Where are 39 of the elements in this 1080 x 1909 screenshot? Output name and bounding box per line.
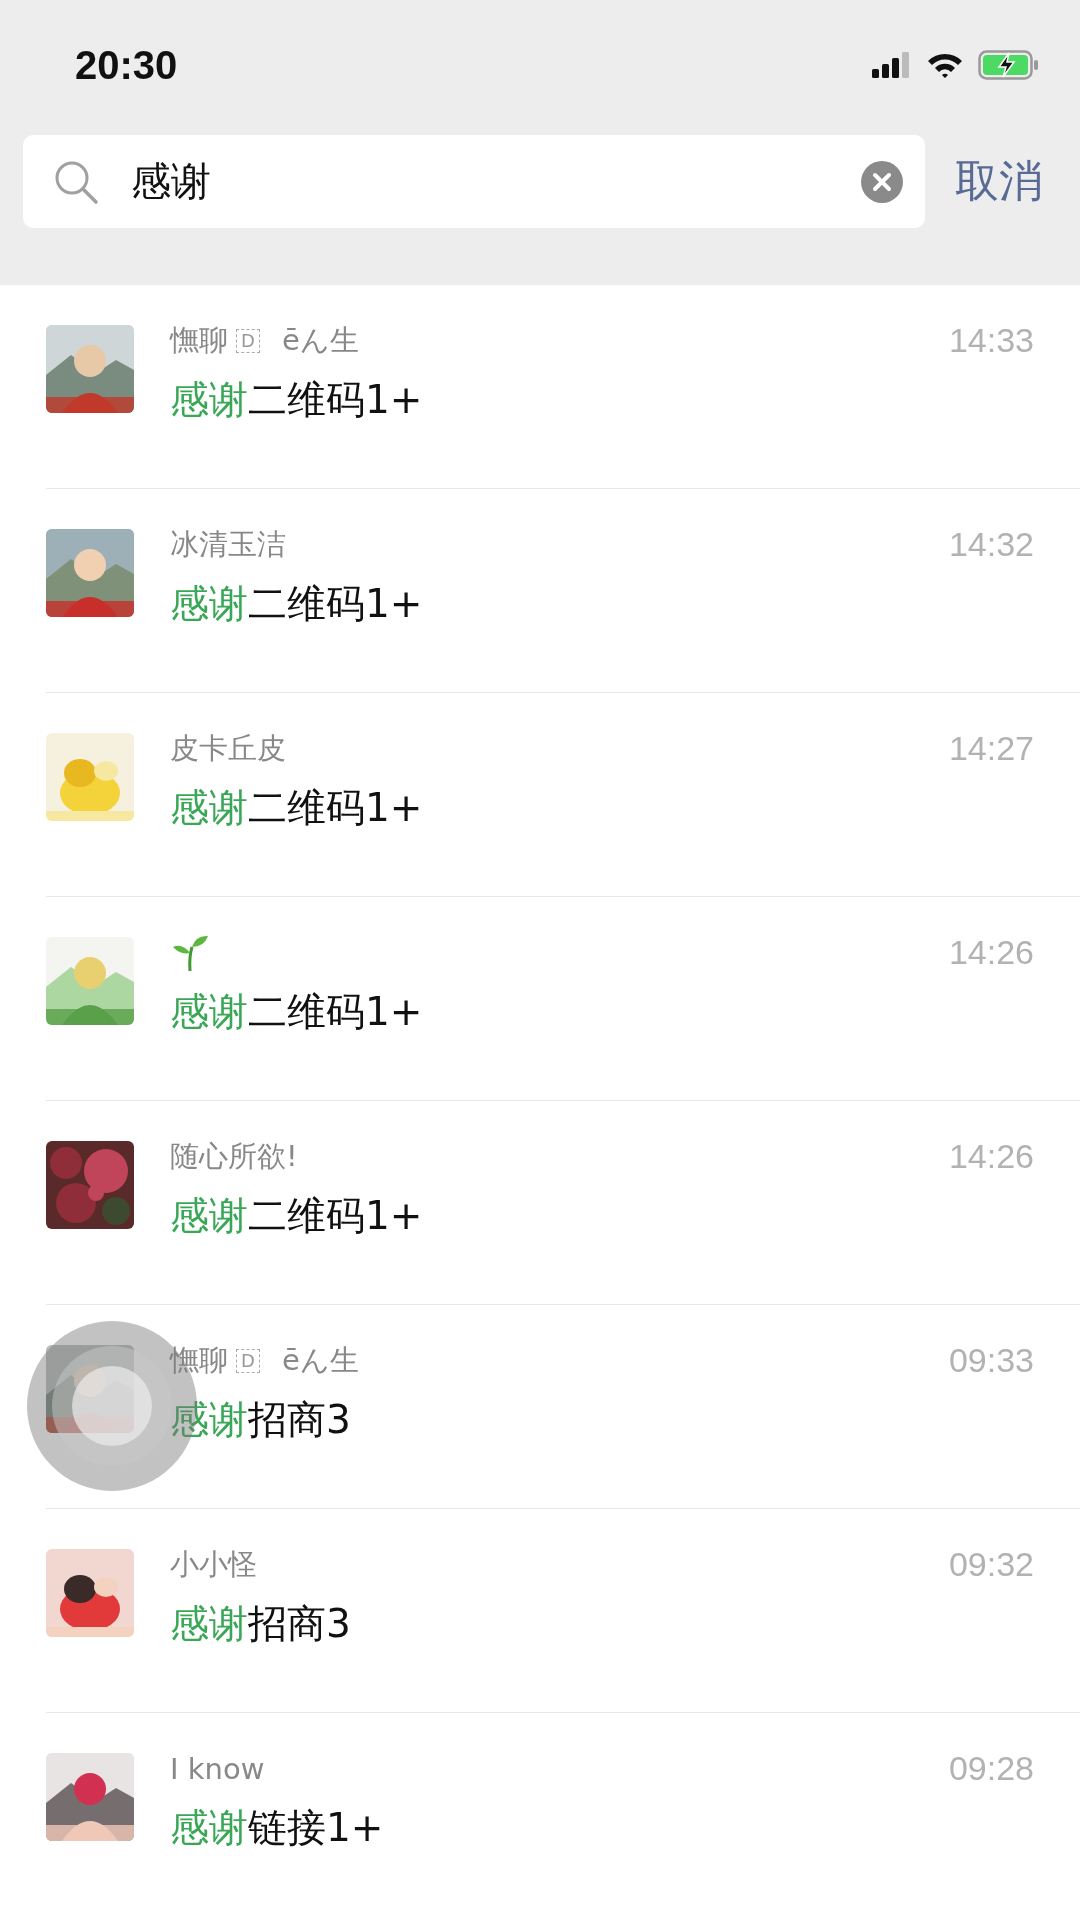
- message-preview: 感谢二维码1+: [170, 784, 423, 832]
- contact-name: I know: [170, 1752, 265, 1786]
- chat-result-row[interactable]: 皮卡丘皮 感谢二维码1+ 14:27: [0, 693, 1080, 897]
- message-time: 09:33: [948, 1341, 1034, 1380]
- message-time: 14:26: [948, 933, 1034, 972]
- chat-result-row[interactable]: 感谢二维码1+ 14:26: [0, 897, 1080, 1101]
- message-preview: 感谢招商3: [170, 1396, 352, 1444]
- contact-name: ēん生: [281, 322, 359, 359]
- cancel-button[interactable]: 取消: [925, 135, 1043, 228]
- contact-name: 皮卡丘皮: [170, 730, 286, 767]
- search-field[interactable]: 感谢: [23, 135, 925, 228]
- message-time: 09:32: [948, 1545, 1034, 1584]
- chat-result-row[interactable]: 小小怪 感谢招商3 09:32: [0, 1509, 1080, 1713]
- name-badge: D: [236, 329, 260, 353]
- name-badge: D: [236, 1349, 260, 1373]
- chat-result-row[interactable]: 憮聊 D ēん生 感谢二维码1+ 14:33: [0, 285, 1080, 489]
- message-preview: 感谢二维码1+: [170, 580, 423, 628]
- message-time: 14:32: [948, 525, 1034, 564]
- status-time: 20:30: [75, 42, 178, 88]
- message-preview: 感谢二维码1+: [170, 376, 423, 424]
- contact-name: 随心所欲!: [170, 1138, 298, 1175]
- contact-name: ēん生: [281, 1342, 359, 1379]
- message-preview: 感谢二维码1+: [170, 1192, 423, 1240]
- signal-icon: [872, 52, 912, 78]
- message-time: 14:27: [948, 729, 1034, 768]
- contact-name: 冰清玉洁: [170, 526, 286, 563]
- message-time: 09:28: [948, 1749, 1034, 1788]
- clear-icon[interactable]: [861, 160, 903, 203]
- message-preview: 感谢招商3: [170, 1600, 351, 1648]
- contact-name: 憮聊: [170, 322, 228, 359]
- contact-name: 憮聊: [170, 1342, 228, 1379]
- message-preview: 感谢链接1+: [170, 1804, 384, 1852]
- message-time: 14:33: [948, 321, 1034, 360]
- chat-result-row[interactable]: 随心所欲! 感谢二维码1+ 14:26: [0, 1101, 1080, 1305]
- chat-result-row[interactable]: 冰清玉洁 感谢二维码1+ 14:32: [0, 489, 1080, 693]
- wifi-icon: [926, 51, 964, 79]
- message-preview: 感谢二维码1+: [170, 988, 423, 1036]
- message-time: 14:26: [948, 1137, 1034, 1176]
- contact-name: 小小怪: [170, 1546, 257, 1583]
